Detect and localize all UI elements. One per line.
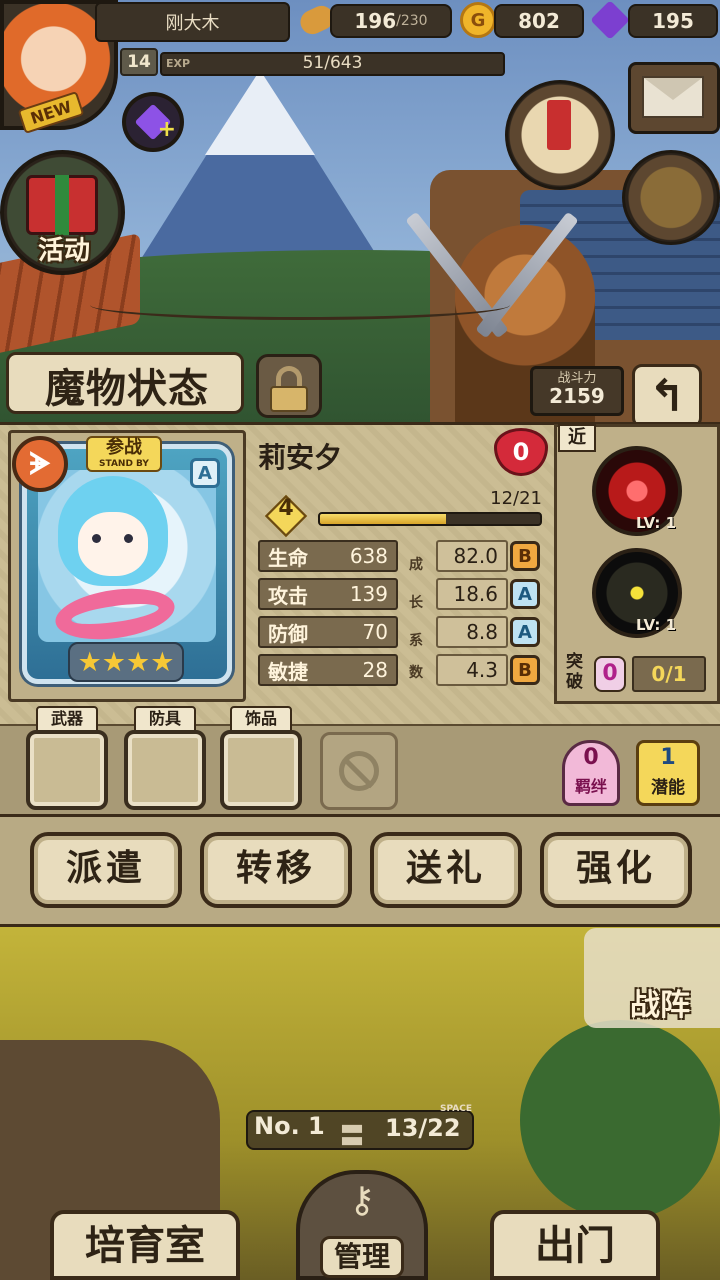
- equip-tab-armor: 防具: [134, 706, 196, 732]
- growth-label-char: 数: [409, 665, 423, 681]
- accessory-slot[interactable]: [220, 730, 302, 810]
- star-rating: ★★★★: [68, 642, 184, 682]
- combat-power-value: 2159: [549, 384, 605, 408]
- card-grade-badge: A: [190, 458, 220, 488]
- growth-grade-badge: A: [510, 579, 540, 609]
- skill-2-level: LV: 1: [636, 616, 677, 634]
- stat-value: 638: [349, 544, 388, 568]
- exp-value: 51/643: [302, 53, 363, 73]
- keys-icon: ⚷: [348, 1180, 376, 1221]
- monster-eye: [92, 534, 101, 543]
- clothesline-illustration: [90, 290, 510, 320]
- weapon-slot[interactable]: [26, 730, 108, 810]
- potential-count: 1: [660, 745, 676, 770]
- bond-count: 0: [583, 745, 599, 770]
- bond-button[interactable]: 0 羁绊: [562, 740, 620, 806]
- stamina-max: /230: [396, 13, 428, 29]
- player-level: 14: [120, 48, 158, 76]
- standby-label-en: STAND BY: [99, 459, 149, 469]
- growth-value: 4.3: [436, 654, 508, 686]
- stat-name: 攻击: [268, 583, 308, 608]
- nursery-button[interactable]: 培育室: [50, 1210, 240, 1280]
- monster-eye: [124, 534, 133, 543]
- standby-label-cn: 参战: [106, 437, 142, 458]
- envelope-icon: [642, 76, 704, 118]
- page-title: 魔物状态: [45, 366, 209, 412]
- level-progress-text: 12/21: [490, 488, 542, 509]
- potential-button[interactable]: 1 潜能: [636, 740, 700, 806]
- transfer-button[interactable]: 转移: [200, 832, 352, 908]
- stat-value: 139: [349, 582, 388, 606]
- rank-icon: ᗘ: [12, 436, 68, 492]
- dispatch-button[interactable]: 派遣: [30, 832, 182, 908]
- monster-name: 莉安夕: [258, 441, 343, 474]
- counter-number-label: No. 1: [254, 1112, 325, 1140]
- battle-formation-label: 战阵: [630, 988, 690, 1023]
- stamina-value: 196: [354, 9, 397, 33]
- equip-tab-weapon: 武器: [36, 706, 98, 732]
- range-tag: 近: [558, 424, 596, 452]
- stat-name: 防御: [268, 621, 308, 646]
- plus-icon: +: [157, 117, 176, 142]
- stat-row-agility: 敏捷 28: [258, 654, 398, 686]
- stat-value: 70: [362, 620, 388, 644]
- event-label: 活动: [37, 236, 90, 266]
- gift-ribbon: [55, 175, 69, 235]
- growth-value: 8.8: [436, 616, 508, 648]
- stat-name: 生命: [268, 545, 308, 570]
- enhance-button[interactable]: 强化: [540, 832, 692, 908]
- stat-row-defense: 防御 70: [258, 616, 398, 648]
- equip-tab-accessory: 饰品: [230, 706, 292, 732]
- exclamation-icon: [547, 100, 571, 150]
- lock-body: [270, 386, 308, 412]
- locked-slot: [320, 732, 398, 810]
- exit-button[interactable]: 出门: [490, 1210, 660, 1280]
- skill-1-level: LV: 1: [636, 514, 677, 532]
- potential-label: 潜能: [651, 778, 685, 798]
- stat-name: 敏捷: [268, 659, 308, 684]
- growth-grade-badge: B: [510, 655, 540, 685]
- prohibited-icon: [339, 751, 379, 791]
- stat-row-attack: 攻击 139: [258, 578, 398, 610]
- monster-level: 4: [278, 496, 294, 521]
- bond-label: 羁绊: [574, 777, 607, 796]
- stat-row-hp: 生命 638: [258, 540, 398, 572]
- stat-value: 28: [362, 658, 388, 682]
- growth-grade-badge: B: [510, 541, 540, 571]
- growth-value: 82.0: [436, 540, 508, 572]
- mountain-snowcap: [205, 70, 315, 155]
- growth-grade-badge: A: [510, 617, 540, 647]
- breakthrough-progress: 0/1: [632, 656, 706, 692]
- growth-label-char: 系: [409, 633, 423, 649]
- stack-icon: 〓: [340, 1122, 364, 1150]
- gift-button[interactable]: 送礼: [370, 832, 522, 908]
- growth-label-char: 成: [409, 557, 423, 573]
- armor-slot[interactable]: [124, 730, 206, 810]
- counter-space-label: SPACE: [440, 1104, 472, 1114]
- tree-illustration: [520, 1020, 720, 1220]
- level-progress-bar: [318, 512, 542, 526]
- gold-counter: 802: [494, 4, 584, 38]
- breakthrough-count: 0: [594, 656, 626, 692]
- manage-label: 管理: [320, 1236, 404, 1278]
- breakthrough-label: 突破: [566, 652, 583, 692]
- bag-button[interactable]: [622, 150, 720, 245]
- standby-badge: 参战 STAND BY: [86, 436, 162, 472]
- counter-value: 13/22: [385, 1114, 461, 1142]
- growth-label-char: 长: [409, 595, 423, 611]
- gem-counter: 195: [628, 4, 718, 38]
- back-button[interactable]: ↰: [632, 364, 702, 428]
- level-progress-fill: [320, 514, 446, 524]
- monster-face: [78, 512, 148, 576]
- stamina-counter: 196/230: [330, 4, 452, 38]
- buy-gems-button[interactable]: +: [122, 92, 184, 152]
- growth-value: 18.6: [436, 578, 508, 610]
- gold-coin-icon: G: [460, 2, 496, 38]
- player-name: 刚大木: [95, 2, 290, 42]
